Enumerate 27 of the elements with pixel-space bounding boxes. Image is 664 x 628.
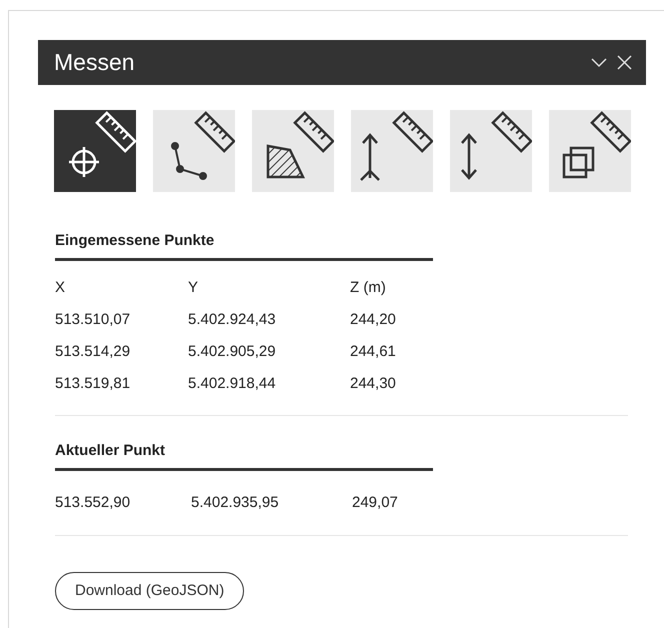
window-title: Messen (54, 48, 135, 78)
section-title: Aktueller Punkt (55, 440, 433, 471)
close-icon[interactable] (617, 55, 632, 70)
coordinate-value: 249,07 (352, 492, 398, 513)
measure-tool-button[interactable] (351, 110, 433, 192)
measure-tool-button[interactable] (252, 110, 334, 192)
table-cell-text: 513.514,29 (55, 342, 132, 362)
table-cell-text: 244,30 (350, 374, 396, 394)
table-cell-text: 5.402.905,29 (188, 342, 277, 362)
measure-tool-button[interactable] (153, 110, 235, 192)
measure-tool-button[interactable] (450, 110, 532, 192)
table-cell-text: 513.519,81 (55, 374, 132, 394)
column-header: X (55, 278, 66, 298)
download-button[interactable]: Download (GeoJSON) (55, 572, 244, 610)
column-header: Z (m) (350, 278, 386, 298)
table-cell-text: 244,61 (350, 342, 396, 362)
table-cell-text: 5.402.918,44 (188, 374, 277, 394)
section-title: Eingemessene Punkte (55, 230, 433, 260)
table-cell-text: 5.402.924,43 (188, 310, 277, 330)
collapse-icon[interactable] (591, 58, 607, 68)
table-cell-text: 513.510,07 (55, 310, 132, 330)
table-cell-text: 244,20 (350, 310, 396, 330)
coordinate-value: 5.402.935,95 (191, 492, 280, 513)
measure-tool-button[interactable] (549, 110, 631, 192)
column-header: Y (188, 278, 200, 298)
coordinate-value: 513.552,90 (55, 492, 132, 513)
measure-tool-button[interactable] (54, 110, 136, 192)
